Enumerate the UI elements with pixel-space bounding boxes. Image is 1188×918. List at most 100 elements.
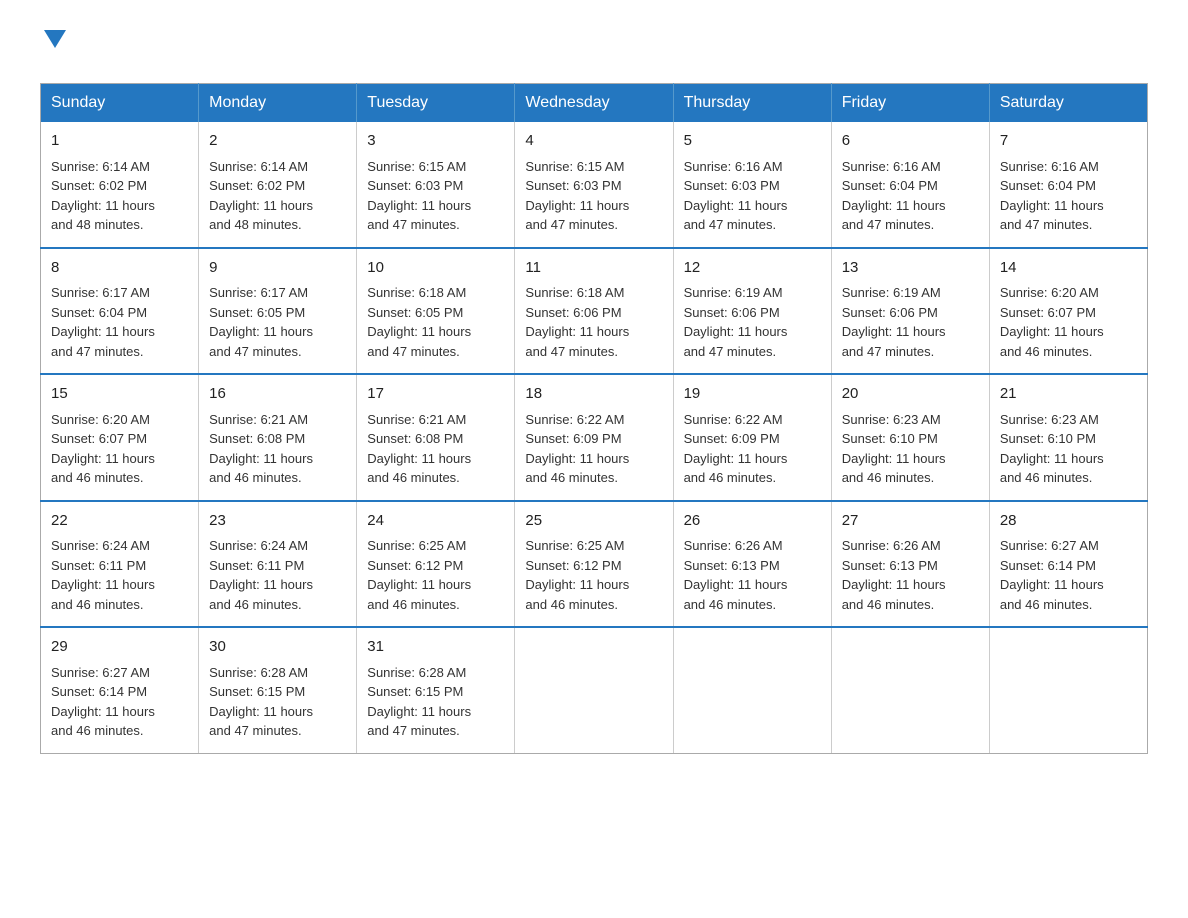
calendar-cell (515, 627, 673, 753)
calendar-cell: 26 Sunrise: 6:26 AMSunset: 6:13 PMDaylig… (673, 501, 831, 628)
day-number: 23 (209, 510, 346, 533)
day-number: 25 (525, 510, 662, 533)
calendar-cell: 8 Sunrise: 6:17 AMSunset: 6:04 PMDayligh… (41, 248, 199, 375)
calendar-cell: 16 Sunrise: 6:21 AMSunset: 6:08 PMDaylig… (199, 374, 357, 501)
day-number: 7 (1000, 130, 1137, 153)
day-number: 3 (367, 130, 504, 153)
calendar-cell (673, 627, 831, 753)
day-info: Sunrise: 6:26 AMSunset: 6:13 PMDaylight:… (684, 536, 821, 614)
calendar-cell: 21 Sunrise: 6:23 AMSunset: 6:10 PMDaylig… (989, 374, 1147, 501)
calendar-cell: 6 Sunrise: 6:16 AMSunset: 6:04 PMDayligh… (831, 122, 989, 248)
calendar-week-row-2: 8 Sunrise: 6:17 AMSunset: 6:04 PMDayligh… (41, 248, 1148, 375)
day-number: 1 (51, 130, 188, 153)
day-number: 14 (1000, 257, 1137, 280)
day-number: 31 (367, 636, 504, 659)
calendar-cell: 29 Sunrise: 6:27 AMSunset: 6:14 PMDaylig… (41, 627, 199, 753)
day-info: Sunrise: 6:16 AMSunset: 6:03 PMDaylight:… (684, 157, 821, 235)
day-number: 21 (1000, 383, 1137, 406)
day-number: 17 (367, 383, 504, 406)
day-info: Sunrise: 6:19 AMSunset: 6:06 PMDaylight:… (842, 283, 979, 361)
day-number: 2 (209, 130, 346, 153)
calendar-cell: 25 Sunrise: 6:25 AMSunset: 6:12 PMDaylig… (515, 501, 673, 628)
day-info: Sunrise: 6:21 AMSunset: 6:08 PMDaylight:… (367, 410, 504, 488)
day-info: Sunrise: 6:19 AMSunset: 6:06 PMDaylight:… (684, 283, 821, 361)
day-number: 9 (209, 257, 346, 280)
weekday-header-sunday: Sunday (41, 84, 199, 123)
calendar-cell: 24 Sunrise: 6:25 AMSunset: 6:12 PMDaylig… (357, 501, 515, 628)
weekday-header-friday: Friday (831, 84, 989, 123)
day-info: Sunrise: 6:28 AMSunset: 6:15 PMDaylight:… (367, 663, 504, 741)
calendar-cell (831, 627, 989, 753)
day-info: Sunrise: 6:18 AMSunset: 6:05 PMDaylight:… (367, 283, 504, 361)
day-info: Sunrise: 6:17 AMSunset: 6:05 PMDaylight:… (209, 283, 346, 361)
calendar-cell: 17 Sunrise: 6:21 AMSunset: 6:08 PMDaylig… (357, 374, 515, 501)
day-info: Sunrise: 6:18 AMSunset: 6:06 PMDaylight:… (525, 283, 662, 361)
day-info: Sunrise: 6:22 AMSunset: 6:09 PMDaylight:… (684, 410, 821, 488)
calendar-cell: 9 Sunrise: 6:17 AMSunset: 6:05 PMDayligh… (199, 248, 357, 375)
weekday-header-thursday: Thursday (673, 84, 831, 123)
day-info: Sunrise: 6:24 AMSunset: 6:11 PMDaylight:… (51, 536, 188, 614)
day-info: Sunrise: 6:20 AMSunset: 6:07 PMDaylight:… (51, 410, 188, 488)
day-info: Sunrise: 6:26 AMSunset: 6:13 PMDaylight:… (842, 536, 979, 614)
weekday-header-saturday: Saturday (989, 84, 1147, 123)
day-number: 6 (842, 130, 979, 153)
day-number: 11 (525, 257, 662, 280)
calendar-cell: 20 Sunrise: 6:23 AMSunset: 6:10 PMDaylig… (831, 374, 989, 501)
calendar-cell: 30 Sunrise: 6:28 AMSunset: 6:15 PMDaylig… (199, 627, 357, 753)
day-info: Sunrise: 6:25 AMSunset: 6:12 PMDaylight:… (525, 536, 662, 614)
logo-triangle-icon (44, 30, 66, 57)
calendar-cell: 13 Sunrise: 6:19 AMSunset: 6:06 PMDaylig… (831, 248, 989, 375)
calendar-cell: 14 Sunrise: 6:20 AMSunset: 6:07 PMDaylig… (989, 248, 1147, 375)
calendar-cell: 5 Sunrise: 6:16 AMSunset: 6:03 PMDayligh… (673, 122, 831, 248)
calendar-cell: 12 Sunrise: 6:19 AMSunset: 6:06 PMDaylig… (673, 248, 831, 375)
day-info: Sunrise: 6:16 AMSunset: 6:04 PMDaylight:… (842, 157, 979, 235)
day-info: Sunrise: 6:14 AMSunset: 6:02 PMDaylight:… (51, 157, 188, 235)
day-info: Sunrise: 6:16 AMSunset: 6:04 PMDaylight:… (1000, 157, 1137, 235)
calendar-cell (989, 627, 1147, 753)
calendar-week-row-3: 15 Sunrise: 6:20 AMSunset: 6:07 PMDaylig… (41, 374, 1148, 501)
day-number: 22 (51, 510, 188, 533)
day-info: Sunrise: 6:27 AMSunset: 6:14 PMDaylight:… (51, 663, 188, 741)
day-info: Sunrise: 6:25 AMSunset: 6:12 PMDaylight:… (367, 536, 504, 614)
day-number: 28 (1000, 510, 1137, 533)
day-number: 19 (684, 383, 821, 406)
calendar-cell: 31 Sunrise: 6:28 AMSunset: 6:15 PMDaylig… (357, 627, 515, 753)
day-info: Sunrise: 6:17 AMSunset: 6:04 PMDaylight:… (51, 283, 188, 361)
day-info: Sunrise: 6:24 AMSunset: 6:11 PMDaylight:… (209, 536, 346, 614)
calendar-cell: 22 Sunrise: 6:24 AMSunset: 6:11 PMDaylig… (41, 501, 199, 628)
day-info: Sunrise: 6:28 AMSunset: 6:15 PMDaylight:… (209, 663, 346, 741)
day-number: 30 (209, 636, 346, 659)
calendar-week-row-4: 22 Sunrise: 6:24 AMSunset: 6:11 PMDaylig… (41, 501, 1148, 628)
calendar-cell: 19 Sunrise: 6:22 AMSunset: 6:09 PMDaylig… (673, 374, 831, 501)
day-number: 29 (51, 636, 188, 659)
weekday-header-wednesday: Wednesday (515, 84, 673, 123)
day-info: Sunrise: 6:14 AMSunset: 6:02 PMDaylight:… (209, 157, 346, 235)
day-number: 16 (209, 383, 346, 406)
calendar-cell: 7 Sunrise: 6:16 AMSunset: 6:04 PMDayligh… (989, 122, 1147, 248)
calendar-week-row-5: 29 Sunrise: 6:27 AMSunset: 6:14 PMDaylig… (41, 627, 1148, 753)
day-info: Sunrise: 6:27 AMSunset: 6:14 PMDaylight:… (1000, 536, 1137, 614)
calendar-cell: 28 Sunrise: 6:27 AMSunset: 6:14 PMDaylig… (989, 501, 1147, 628)
weekday-header-monday: Monday (199, 84, 357, 123)
day-info: Sunrise: 6:15 AMSunset: 6:03 PMDaylight:… (367, 157, 504, 235)
logo (40, 30, 66, 63)
calendar-table: SundayMondayTuesdayWednesdayThursdayFrid… (40, 83, 1148, 754)
day-number: 15 (51, 383, 188, 406)
day-number: 27 (842, 510, 979, 533)
calendar-cell: 27 Sunrise: 6:26 AMSunset: 6:13 PMDaylig… (831, 501, 989, 628)
page-header (40, 30, 1148, 63)
calendar-cell: 23 Sunrise: 6:24 AMSunset: 6:11 PMDaylig… (199, 501, 357, 628)
day-info: Sunrise: 6:15 AMSunset: 6:03 PMDaylight:… (525, 157, 662, 235)
day-number: 8 (51, 257, 188, 280)
day-number: 26 (684, 510, 821, 533)
calendar-cell: 1 Sunrise: 6:14 AMSunset: 6:02 PMDayligh… (41, 122, 199, 248)
day-number: 10 (367, 257, 504, 280)
day-number: 24 (367, 510, 504, 533)
calendar-week-row-1: 1 Sunrise: 6:14 AMSunset: 6:02 PMDayligh… (41, 122, 1148, 248)
weekday-header-tuesday: Tuesday (357, 84, 515, 123)
day-info: Sunrise: 6:23 AMSunset: 6:10 PMDaylight:… (842, 410, 979, 488)
calendar-cell: 4 Sunrise: 6:15 AMSunset: 6:03 PMDayligh… (515, 122, 673, 248)
day-info: Sunrise: 6:20 AMSunset: 6:07 PMDaylight:… (1000, 283, 1137, 361)
weekday-header-row: SundayMondayTuesdayWednesdayThursdayFrid… (41, 84, 1148, 123)
day-number: 18 (525, 383, 662, 406)
